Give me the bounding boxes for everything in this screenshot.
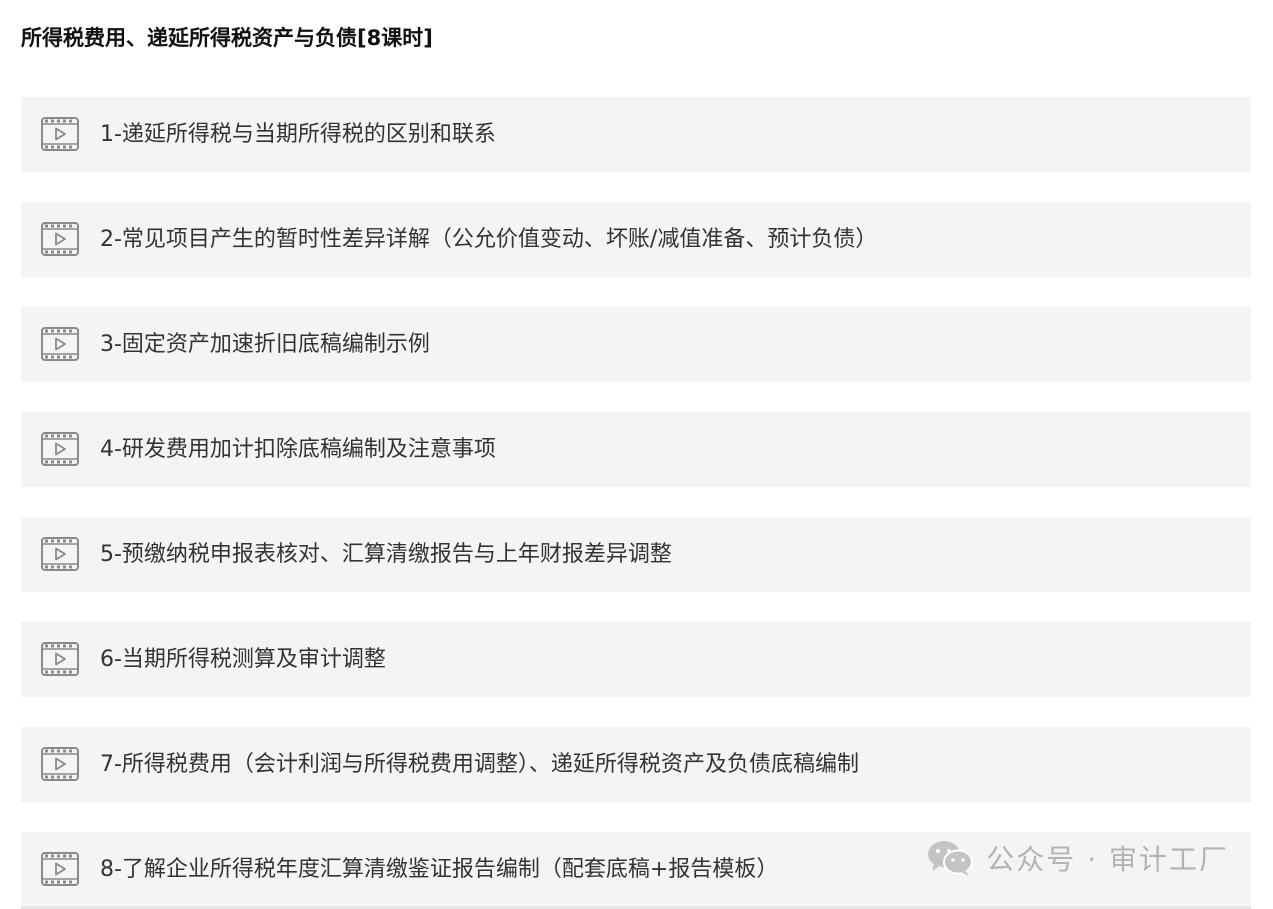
section-title: 所得税费用、递延所得税资产与负债[8课时] xyxy=(21,26,433,50)
video-icon xyxy=(41,537,79,571)
video-icon xyxy=(41,327,79,361)
wechat-icon xyxy=(926,838,974,878)
lesson-item-7[interactable]: 7-所得税费用（会计利润与所得税费用调整）、递延所得税资产及负债底稿编制 xyxy=(21,727,1251,802)
video-icon xyxy=(41,642,79,676)
watermark: 公众号 · 审计工厂 xyxy=(926,836,1229,880)
lesson-list: 1-递延所得税与当期所得税的区别和联系 2-常见项目产生的暂时性差异详解（公允价… xyxy=(21,97,1251,907)
lesson-title: 4-研发费用加计扣除底稿编制及注意事项 xyxy=(100,437,496,462)
lesson-item-2[interactable]: 2-常见项目产生的暂时性差异详解（公允价值变动、坏账/减值准备、预计负债） xyxy=(21,202,1251,277)
lesson-title: 2-常见项目产生的暂时性差异详解（公允价值变动、坏账/减值准备、预计负债） xyxy=(100,227,878,252)
lesson-item-3[interactable]: 3-固定资产加速折旧底稿编制示例 xyxy=(21,307,1251,382)
lesson-item-5[interactable]: 5-预缴纳税申报表核对、汇算清缴报告与上年财报差异调整 xyxy=(21,517,1251,592)
video-icon xyxy=(41,432,79,466)
watermark-text: 公众号 · 审计工厂 xyxy=(986,843,1229,876)
course-page: 所得税费用、递延所得税资产与负债[8课时] 1-递延所得税与当期所得税的区别和联… xyxy=(0,0,1273,909)
video-icon xyxy=(41,747,79,781)
lesson-item-6[interactable]: 6-当期所得税测算及审计调整 xyxy=(21,622,1251,697)
lesson-title: 6-当期所得税测算及审计调整 xyxy=(100,647,386,672)
video-icon xyxy=(41,222,79,256)
lesson-title: 3-固定资产加速折旧底稿编制示例 xyxy=(100,332,430,357)
video-icon xyxy=(41,117,79,151)
lesson-item-1[interactable]: 1-递延所得税与当期所得税的区别和联系 xyxy=(21,97,1251,172)
video-icon xyxy=(41,852,79,886)
lesson-title: 7-所得税费用（会计利润与所得税费用调整）、递延所得税资产及负债底稿编制 xyxy=(100,752,859,777)
lesson-title: 1-递延所得税与当期所得税的区别和联系 xyxy=(100,122,496,147)
lesson-item-4[interactable]: 4-研发费用加计扣除底稿编制及注意事项 xyxy=(21,412,1251,487)
lesson-title: 5-预缴纳税申报表核对、汇算清缴报告与上年财报差异调整 xyxy=(100,542,672,567)
lesson-title: 8-了解企业所得税年度汇算清缴鉴证报告编制（配套底稿+报告模板） xyxy=(100,857,779,882)
